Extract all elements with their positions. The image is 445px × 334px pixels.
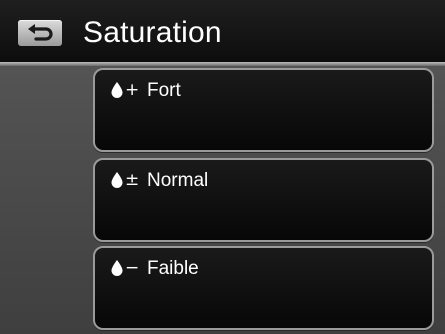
- option-label: Faible: [147, 258, 199, 279]
- option-label: Fort: [147, 80, 181, 101]
- plus-minus-symbol: ±: [125, 170, 140, 190]
- option-normal[interactable]: ± Normal: [93, 158, 434, 242]
- menu-header: Saturation: [0, 0, 445, 62]
- option-fort[interactable]: + Fort: [93, 68, 434, 152]
- option-label: Normal: [147, 170, 209, 191]
- minus-symbol: −: [125, 258, 140, 278]
- droplet-icon: [111, 260, 123, 276]
- option-faible[interactable]: − Faible: [93, 246, 434, 330]
- back-button[interactable]: [18, 20, 62, 46]
- back-arrow-icon: [28, 24, 53, 41]
- plus-symbol: +: [125, 80, 140, 100]
- droplet-icon: [111, 82, 123, 98]
- droplet-icon: [111, 172, 123, 188]
- camera-menu-screen: Saturation + Fort ± Normal − Faible: [0, 0, 445, 334]
- page-title: Saturation: [83, 16, 222, 49]
